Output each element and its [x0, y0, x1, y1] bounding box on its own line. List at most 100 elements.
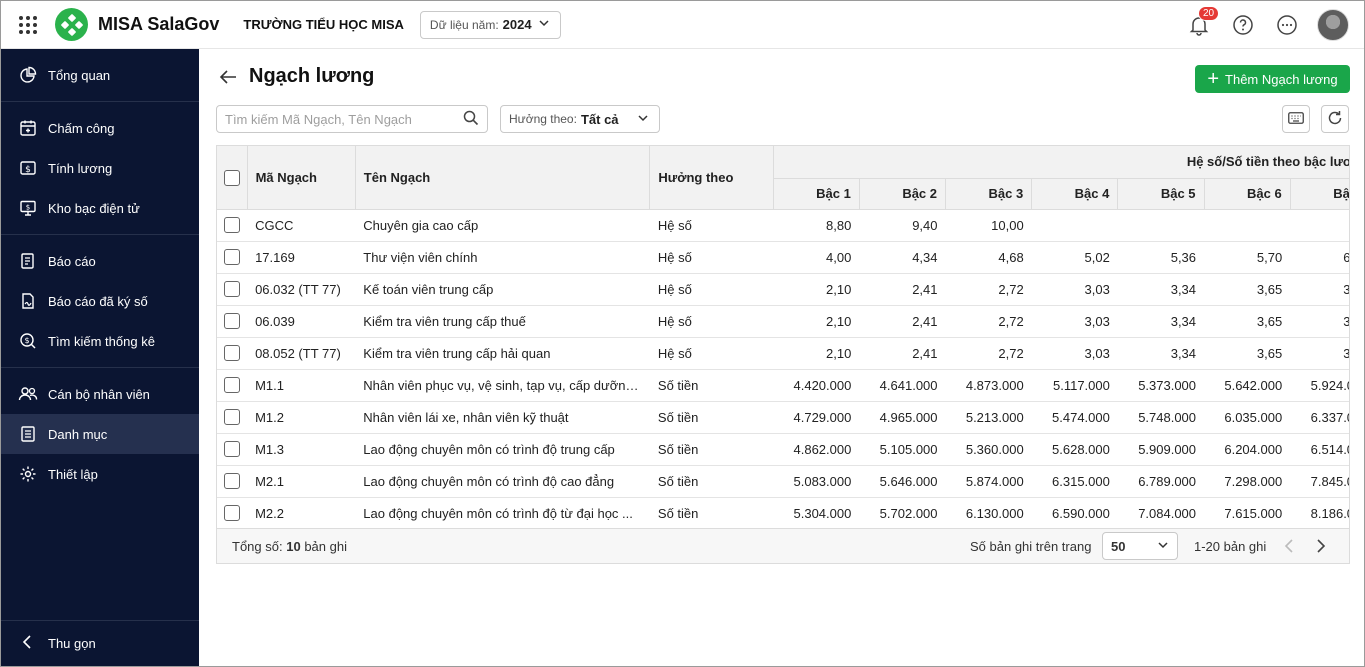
- cell-level-value: 2,41: [859, 337, 946, 370]
- prev-page-icon[interactable]: [1280, 537, 1298, 555]
- search-icon[interactable]: [463, 110, 479, 129]
- sidebar-item-catalog[interactable]: Danh mục: [1, 414, 199, 454]
- table-row[interactable]: M1.2 Nhân viên lái xe, nhân viên kỹ thuật…: [217, 401, 1349, 434]
- table-row[interactable]: M1.3 Lao động chuyên môn có trình độ trun…: [217, 433, 1349, 466]
- sidebar-item-salary[interactable]: $ Tính lương: [1, 148, 199, 188]
- row-checkbox[interactable]: [224, 473, 241, 490]
- cell-name: Lao động chuyên môn có trình độ cao đẳng: [355, 465, 650, 498]
- total-records: Tổng số: 10 bản ghi: [232, 539, 347, 554]
- total-prefix: Tổng số:: [232, 538, 283, 554]
- sidebar-item-label: Báo cáo: [48, 253, 96, 269]
- apps-grid-icon[interactable]: [15, 12, 41, 38]
- year-select[interactable]: Dữ liệu năm: 2024: [419, 10, 561, 39]
- cell-type: Hệ số: [649, 241, 774, 274]
- column-header-level[interactable]: Bậc 1: [773, 178, 860, 210]
- row-checkbox[interactable]: [224, 441, 241, 458]
- column-header-name[interactable]: Tên Ngạch: [355, 146, 651, 210]
- row-checkbox[interactable]: [224, 377, 241, 394]
- cell-code: 06.039: [247, 305, 356, 338]
- sidebar-item-statistics[interactable]: $ Tìm kiếm thống kê: [1, 321, 199, 361]
- search-input[interactable]: [225, 111, 463, 127]
- back-arrow-icon[interactable]: [217, 66, 239, 88]
- table-row[interactable]: 06.039 Kiểm tra viên trung cấp thuế Hệ số 2…: [217, 305, 1349, 338]
- table-row[interactable]: 08.052 (TT 77) Kiểm tra viên trung cấp hả…: [217, 337, 1349, 370]
- column-header-level[interactable]: Bậc 6: [1204, 178, 1291, 210]
- cell-level-value: 5.924.000: [1290, 369, 1349, 402]
- cell-level-value: 6.514.000: [1290, 433, 1349, 466]
- next-page-icon[interactable]: [1312, 537, 1330, 555]
- table-row[interactable]: 17.169 Thư viện viên chính Hệ số 4,00 4,34 4,…: [217, 241, 1349, 274]
- per-page-select[interactable]: 50: [1102, 532, 1178, 560]
- plus-icon: +: [1207, 68, 1220, 90]
- row-checkbox[interactable]: [224, 313, 241, 330]
- sidebar-item-settings[interactable]: Thiết lập: [1, 454, 199, 494]
- filter-value: Tất cả: [580, 111, 619, 127]
- cell-level-value: 5.474.000: [1031, 401, 1118, 434]
- sidebar-item-signed-reports[interactable]: Báo cáo đã ký số: [1, 281, 199, 321]
- cell-code: M2.1: [247, 465, 356, 498]
- sidebar-item-label: Chấm công: [48, 120, 115, 136]
- sidebar-item-timekeeping[interactable]: Chấm công: [1, 108, 199, 148]
- cell-level-value: 3,65: [1204, 337, 1291, 370]
- gear-icon: [18, 464, 38, 484]
- table-row[interactable]: M2.1 Lao động chuyên môn có trình độ cao …: [217, 465, 1349, 498]
- cell-level-value: 4.641.000: [859, 369, 946, 402]
- cell-level-value: 4.965.000: [859, 401, 946, 434]
- table-row[interactable]: CGCC Chuyên gia cao cấp Hệ số 8,80 9,40 10,00: [217, 209, 1349, 242]
- row-checkbox[interactable]: [224, 249, 241, 266]
- column-header-level[interactable]: Bậc 5: [1117, 178, 1205, 210]
- refresh-button[interactable]: [1321, 105, 1349, 133]
- add-button-label: Thêm Ngạch lương: [1225, 71, 1338, 87]
- row-select-cell: [217, 305, 248, 338]
- cell-level-value: 3,03: [1031, 337, 1118, 370]
- record-range: 1-20 bản ghi: [1194, 538, 1267, 554]
- nav-group-reports: Báo cáo Báo cáo đã ký số $ Tìm kiếm thốn…: [1, 235, 199, 368]
- select-all-checkbox[interactable]: [223, 169, 240, 186]
- cell-level-value: 2,72: [945, 337, 1032, 370]
- row-checkbox[interactable]: [224, 505, 241, 522]
- type-filter-select[interactable]: Hưởng theo: Tất cả: [500, 105, 660, 133]
- row-select-cell: [217, 241, 248, 274]
- sidebar-item-reports[interactable]: Báo cáo: [1, 241, 199, 281]
- sidebar-item-staff[interactable]: Cán bộ nhân viên: [1, 374, 199, 414]
- table-row[interactable]: M1.1 Nhân viên phục vụ, vệ sinh, tạp vụ, …: [217, 369, 1349, 402]
- more-options-icon[interactable]: [1275, 13, 1299, 37]
- row-checkbox[interactable]: [224, 345, 241, 362]
- nav-group-settings: Cán bộ nhân viên Danh mục Thiết lập: [1, 368, 199, 500]
- column-header-level[interactable]: Bậc 7: [1290, 178, 1349, 210]
- help-icon[interactable]: [1231, 13, 1255, 37]
- row-checkbox[interactable]: [224, 409, 241, 426]
- cell-level-value: 9,40: [859, 209, 946, 242]
- svg-text:$: $: [25, 165, 31, 175]
- brand-name: MISA SalaGov: [98, 14, 220, 34]
- cell-type: Hệ số: [649, 337, 774, 370]
- column-header-level[interactable]: Bậc 4: [1031, 178, 1119, 210]
- row-checkbox[interactable]: [224, 217, 241, 234]
- cell-name: Kiểm tra viên trung cấp thuế: [355, 305, 650, 338]
- cell-level-value: 5.702.000: [859, 497, 946, 530]
- cell-level-value: 5,70: [1204, 241, 1291, 274]
- sidebar-item-label: Tổng quan: [48, 67, 111, 83]
- column-header-code[interactable]: Mã Ngạch: [247, 146, 356, 210]
- sidebar-item-overview[interactable]: Tổng quan: [1, 55, 199, 95]
- user-avatar[interactable]: [1317, 9, 1349, 41]
- sidebar-item-treasury[interactable]: $ Kho bạc điện tử: [1, 188, 199, 228]
- column-header-type[interactable]: Hưởng theo: [649, 146, 774, 210]
- column-header-level[interactable]: Bậc 2: [859, 178, 947, 210]
- table-row[interactable]: M2.2 Lao động chuyên môn có trình độ từ đ…: [217, 497, 1349, 530]
- table-row[interactable]: 06.032 (TT 77) Kế toán viên trung cấp Hệ s…: [217, 273, 1349, 306]
- column-header-level[interactable]: Bậc 3: [945, 178, 1033, 210]
- add-pay-grade-button[interactable]: + Thêm Ngạch lương: [1195, 65, 1350, 93]
- notification-bell-icon[interactable]: 20: [1187, 6, 1220, 37]
- year-value: 2024: [502, 17, 532, 32]
- cell-level-value: 3,96: [1290, 337, 1349, 370]
- cell-type: Hệ số: [649, 209, 774, 242]
- row-select-cell: [217, 273, 248, 306]
- cell-level-value: 8.186.000: [1290, 497, 1349, 530]
- cell-level-value: 5.646.000: [859, 465, 946, 498]
- keyboard-shortcuts-button[interactable]: [1282, 105, 1310, 133]
- row-checkbox[interactable]: [224, 281, 241, 298]
- per-page-value: 50: [1111, 538, 1126, 554]
- cell-type: Hệ số: [649, 305, 774, 338]
- collapse-sidebar-button[interactable]: Thu gọn: [1, 620, 199, 666]
